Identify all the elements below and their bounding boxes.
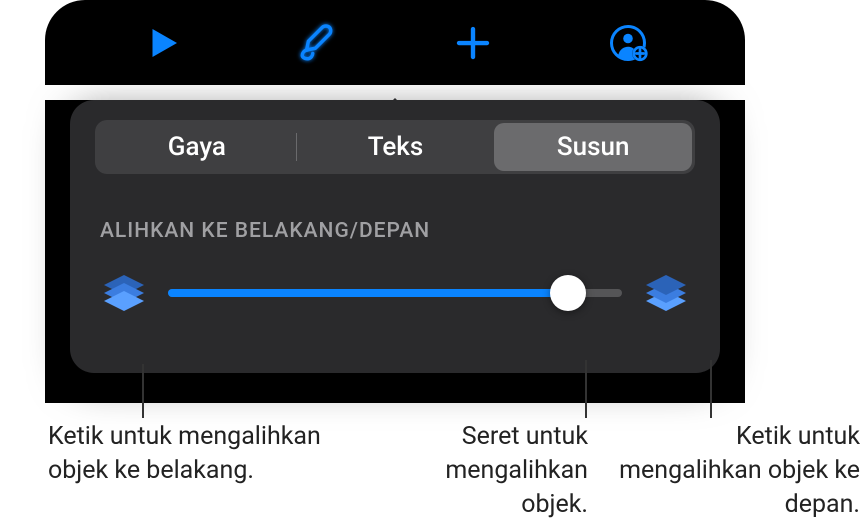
collaborate-button[interactable]: [578, 8, 678, 78]
slider-track-fill: [168, 289, 568, 297]
callout-leader-1: [142, 364, 144, 418]
bring-to-front-button[interactable]: [642, 273, 690, 313]
paintbrush-icon: [297, 22, 339, 64]
section-header-move: ALIHKAN KE BELAKANG/DEPAN: [100, 219, 695, 243]
device-frame: Gaya Teks Susun ALIHKAN KE BELAKANG/DEPA…: [45, 0, 745, 403]
main-toolbar: [45, 0, 745, 85]
slider-thumb[interactable]: [550, 275, 586, 311]
callout-leader-2: [585, 360, 587, 418]
callout-drag: Seret untuk mengalihkan objek.: [378, 420, 588, 521]
send-to-back-button[interactable]: [100, 273, 148, 313]
tab-arrange-label: Susun: [557, 132, 630, 162]
tab-text-label: Teks: [368, 132, 424, 162]
popover-arrow: [373, 98, 417, 120]
play-button[interactable]: [113, 8, 213, 78]
add-button[interactable]: [423, 8, 523, 78]
layers-back-icon: [100, 273, 148, 313]
popover-container: Gaya Teks Susun ALIHKAN KE BELAKANG/DEPA…: [45, 100, 745, 403]
tab-style-label: Gaya: [168, 132, 226, 162]
tab-text[interactable]: Teks: [297, 123, 495, 171]
plus-icon: [452, 22, 494, 64]
tab-style[interactable]: Gaya: [98, 123, 296, 171]
format-button[interactable]: [268, 8, 368, 78]
callout-back: Ketik untuk mengalihkan objek ke belakan…: [48, 420, 328, 488]
callout-front: Ketik untuk mengalihkan objek ke depan.: [610, 420, 860, 521]
person-add-icon: [607, 22, 649, 64]
format-popover: Gaya Teks Susun ALIHKAN KE BELAKANG/DEPA…: [70, 100, 720, 373]
tab-arrange[interactable]: Susun: [494, 123, 692, 171]
layer-slider[interactable]: [168, 278, 622, 308]
format-tabs: Gaya Teks Susun: [95, 120, 695, 174]
play-icon: [142, 22, 184, 64]
callout-leader-3: [710, 360, 712, 418]
layer-slider-row: [95, 273, 695, 313]
layers-front-icon: [642, 273, 690, 313]
